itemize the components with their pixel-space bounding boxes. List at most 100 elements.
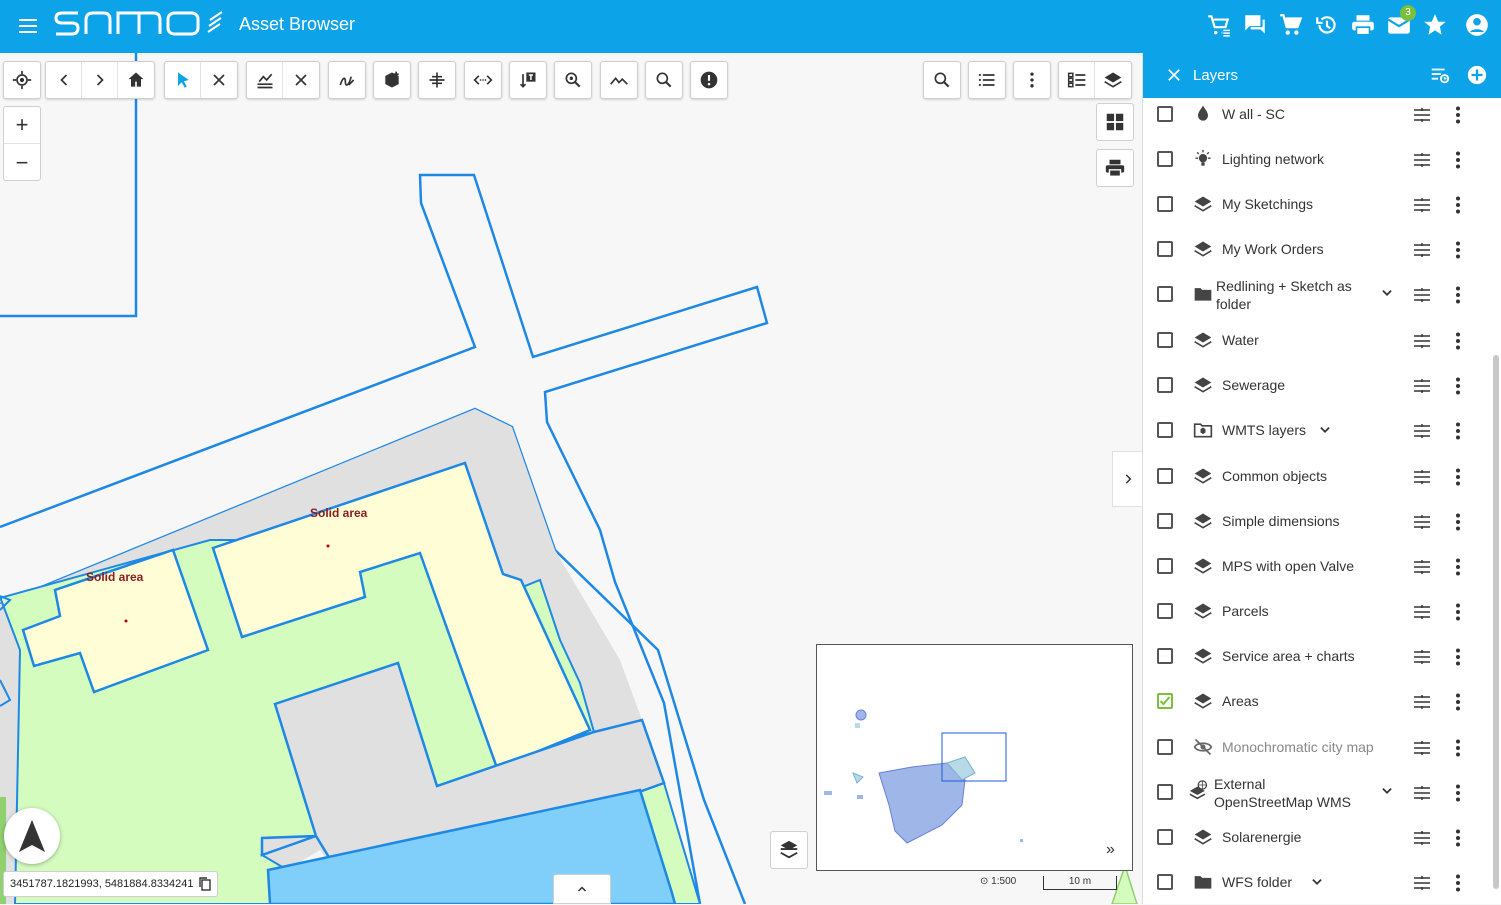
annotation-button[interactable] <box>510 62 546 98</box>
locate-button[interactable] <box>4 62 40 98</box>
home-button[interactable] <box>118 62 154 98</box>
layer-row[interactable]: WMTS layers <box>1143 408 1493 453</box>
more-vertical-icon[interactable] <box>1455 241 1461 259</box>
map-canvas[interactable]: Solid area Solid area + − » ⊙ 1:500 10 m… <box>0 53 1142 904</box>
distance-button[interactable] <box>465 62 501 98</box>
forward-button[interactable] <box>82 62 118 98</box>
more-vertical-icon[interactable] <box>1455 196 1461 214</box>
layer-visibility-checkbox[interactable] <box>1157 784 1173 800</box>
layer-visibility-checkbox[interactable] <box>1157 196 1173 212</box>
back-button[interactable] <box>46 62 82 98</box>
list-button[interactable] <box>969 62 1005 98</box>
measure-button[interactable] <box>247 62 283 98</box>
layer-row[interactable]: Areas <box>1143 679 1493 724</box>
layers-button[interactable] <box>1095 62 1131 98</box>
layer-visibility-checkbox[interactable] <box>1157 377 1173 393</box>
layer-row[interactable]: Common objects <box>1143 454 1493 499</box>
more-vertical-icon[interactable] <box>1455 422 1461 440</box>
more-vertical-icon[interactable] <box>1455 739 1461 757</box>
layer-visibility-checkbox[interactable] <box>1157 332 1173 348</box>
more-vertical-icon[interactable] <box>1455 829 1461 847</box>
drag-handle-icon[interactable] <box>1413 424 1431 438</box>
drag-handle-icon[interactable] <box>1413 198 1431 212</box>
layer-row[interactable]: Simple dimensions <box>1143 499 1493 544</box>
layer-row[interactable]: Redlining + Sketch as folder <box>1143 272 1493 317</box>
more-vertical-icon[interactable] <box>1455 286 1461 304</box>
layer-visibility-checkbox[interactable] <box>1157 468 1173 484</box>
drag-handle-icon[interactable] <box>1413 108 1431 122</box>
more-button[interactable] <box>1014 62 1050 98</box>
more-vertical-icon[interactable] <box>1455 513 1461 531</box>
more-vertical-icon[interactable] <box>1455 874 1461 892</box>
overview-toggle[interactable]: » <box>1106 841 1115 859</box>
star-icon[interactable] <box>1422 12 1448 38</box>
layer-row[interactable]: My Sketchings <box>1143 182 1493 227</box>
layer-row[interactable]: Sewerage <box>1143 363 1493 408</box>
layer-visibility-checkbox[interactable] <box>1157 693 1173 709</box>
search-button-right[interactable] <box>924 62 960 98</box>
zoom-in-button[interactable]: + <box>4 107 40 144</box>
chevron-down-icon[interactable] <box>1318 423 1332 437</box>
clear-selection-button[interactable] <box>201 62 237 98</box>
map-print-button[interactable] <box>1096 149 1134 187</box>
layer-row[interactable]: Lighting network <box>1143 137 1493 182</box>
drag-handle-icon[interactable] <box>1413 153 1431 167</box>
layer-row[interactable]: Service area + charts <box>1143 634 1493 679</box>
layer-visibility-checkbox[interactable] <box>1157 513 1173 529</box>
chevron-down-icon[interactable] <box>1380 286 1394 300</box>
filter-layers-icon[interactable] <box>1429 64 1451 86</box>
legend-button[interactable] <box>1059 62 1095 98</box>
layer-row[interactable]: External OpenStreetMap WMS <box>1143 770 1493 815</box>
layer-row[interactable]: Solarenergie <box>1143 815 1493 860</box>
drag-handle-icon[interactable] <box>1413 243 1431 257</box>
layer-row[interactable]: Monochromatic city map <box>1143 725 1493 770</box>
layer-visibility-checkbox[interactable] <box>1157 603 1173 619</box>
layer-visibility-checkbox[interactable] <box>1157 874 1173 890</box>
drag-handle-icon[interactable] <box>1413 379 1431 393</box>
more-vertical-icon[interactable] <box>1455 784 1461 802</box>
copy-icon[interactable] <box>199 877 211 891</box>
profile-button[interactable] <box>601 62 637 98</box>
add-layer-icon[interactable] <box>1466 64 1488 86</box>
drag-handle-icon[interactable] <box>1413 515 1431 529</box>
layer-row[interactable]: Parcels <box>1143 589 1493 634</box>
drag-handle-icon[interactable] <box>1413 334 1431 348</box>
overview-map[interactable] <box>816 644 1133 871</box>
more-vertical-icon[interactable] <box>1455 332 1461 350</box>
more-vertical-icon[interactable] <box>1455 693 1461 711</box>
chevron-down-icon[interactable] <box>1380 784 1394 798</box>
layer-visibility-checkbox[interactable] <box>1157 648 1173 664</box>
add-object-button[interactable] <box>374 62 410 98</box>
drag-handle-icon[interactable] <box>1413 786 1431 800</box>
layer-row[interactable]: WFS folder <box>1143 860 1493 905</box>
drag-handle-icon[interactable] <box>1413 876 1431 890</box>
layer-row[interactable]: W all - SC <box>1143 92 1493 137</box>
cart-list-icon[interactable] <box>1206 12 1232 38</box>
search-button[interactable] <box>646 62 682 98</box>
drag-handle-icon[interactable] <box>1413 560 1431 574</box>
drag-handle-icon[interactable] <box>1413 605 1431 619</box>
drag-handle-icon[interactable] <box>1413 470 1431 484</box>
more-vertical-icon[interactable] <box>1455 377 1461 395</box>
layer-visibility-checkbox[interactable] <box>1157 151 1173 167</box>
close-icon[interactable] <box>1165 66 1183 84</box>
layer-row[interactable]: My Work Orders <box>1143 227 1493 272</box>
select-button[interactable] <box>165 62 201 98</box>
drag-handle-icon[interactable] <box>1413 650 1431 664</box>
sketch-button[interactable] <box>329 62 365 98</box>
layer-row[interactable]: Water <box>1143 318 1493 363</box>
alert-button[interactable] <box>691 62 727 98</box>
more-vertical-icon[interactable] <box>1455 151 1461 169</box>
drag-handle-icon[interactable] <box>1413 741 1431 755</box>
more-vertical-icon[interactable] <box>1455 468 1461 486</box>
more-vertical-icon[interactable] <box>1455 106 1461 124</box>
north-arrow-button[interactable] <box>4 808 60 864</box>
cart-icon[interactable] <box>1278 12 1304 38</box>
layer-row[interactable]: MPS with open Valve <box>1143 544 1493 589</box>
account-icon[interactable] <box>1464 12 1490 38</box>
layer-visibility-checkbox[interactable] <box>1157 422 1173 438</box>
more-vertical-icon[interactable] <box>1455 558 1461 576</box>
zoom-search-button[interactable] <box>555 62 591 98</box>
drag-handle-icon[interactable] <box>1413 695 1431 709</box>
clear-measure-button[interactable] <box>283 62 319 98</box>
